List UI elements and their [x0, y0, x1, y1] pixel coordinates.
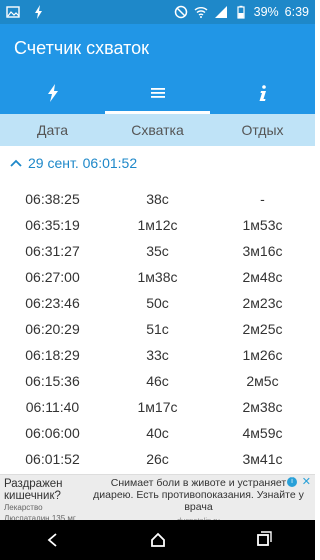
back-icon[interactable] — [44, 531, 62, 549]
cell-contraction: 51с — [146, 321, 169, 337]
cell-time: 06:01:52 — [25, 451, 80, 467]
do-not-disturb-icon — [174, 5, 188, 19]
app-title: Счетчик схваток — [14, 37, 150, 58]
ad-left-sub1: Лекарство — [4, 503, 43, 512]
cell-rest: 1м53с — [242, 217, 283, 233]
cell-rest: 2м23с — [242, 295, 283, 311]
ad-main-text: Снимает боли в животе и устраняет диарею… — [93, 477, 304, 513]
battery-percent: 39% — [253, 5, 279, 19]
cell-contraction: 26с — [146, 451, 169, 467]
chevron-up-icon — [10, 159, 22, 167]
cell-contraction: 50с — [146, 295, 169, 311]
cell-time: 06:20:29 — [25, 321, 80, 337]
column-date: Дата — [36, 122, 68, 138]
cell-rest: 1м26с — [242, 347, 283, 363]
table-row[interactable]: 06:31:27 35с 3м16с — [0, 238, 315, 264]
cell-rest: 2м38с — [242, 399, 283, 415]
cell-rest: 2м25с — [242, 321, 283, 337]
list-icon — [150, 88, 165, 98]
signal-icon — [214, 5, 228, 19]
tab-history[interactable] — [105, 72, 210, 114]
table-row[interactable]: 06:35:19 1м12с 1м53с — [0, 212, 315, 238]
cell-time: 06:06:00 — [25, 425, 80, 441]
table-row[interactable]: 06:11:40 1м17с 2м38с — [0, 394, 315, 420]
cell-contraction: 1м38с — [137, 269, 178, 285]
contraction-list: 06:38:25 38с - 06:35:19 1м12с 1м53с 06:31:27 35… — [0, 186, 315, 472]
cell-time: 06:11:40 — [25, 399, 80, 415]
ad-banner[interactable]: Раздражен кишечник? Лекарство Дюспаталин… — [0, 474, 315, 525]
cell-contraction: 35с — [146, 243, 169, 259]
home-icon[interactable] — [149, 531, 167, 549]
bolt-icon — [47, 84, 58, 102]
column-contraction: Схватка — [131, 122, 184, 138]
app-bar: Счетчик схваток — [0, 24, 315, 72]
ad-left: Раздражен кишечник? Лекарство Дюспаталин… — [0, 475, 82, 523]
cell-rest: 3м41с — [242, 451, 283, 467]
cell-contraction: 1м12с — [137, 217, 178, 233]
tab-bar — [0, 72, 315, 114]
session-group-header[interactable]: 29 сент. 06:01:52 — [0, 146, 315, 180]
cell-time: 06:38:25 — [25, 191, 80, 207]
nav-bar — [0, 520, 315, 560]
table-row[interactable]: 06:27:00 1м38с 2м48с — [0, 264, 315, 290]
cell-time: 06:15:36 — [25, 373, 80, 389]
cell-time: 06:35:19 — [25, 217, 80, 233]
ad-info-icon[interactable]: i — [287, 477, 297, 487]
tab-info[interactable] — [210, 72, 315, 114]
cell-contraction: 33с — [146, 347, 169, 363]
cell-rest: - — [260, 191, 265, 207]
table-row[interactable]: 06:15:36 46с 2м5с — [0, 368, 315, 394]
cell-rest: 2м48с — [242, 269, 283, 285]
wifi-icon — [194, 5, 208, 19]
ad-left-title: Раздражен кишечник? — [4, 478, 63, 502]
cell-rest: 2м5с — [246, 373, 279, 389]
cell-contraction: 46с — [146, 373, 169, 389]
table-row[interactable]: 06:20:29 51с 2м25с — [0, 316, 315, 342]
ad-main: Снимает боли в животе и устраняет диарею… — [82, 475, 315, 525]
table-row[interactable]: 06:18:29 33с 1м26с — [0, 342, 315, 368]
ad-close-icon[interactable]: ✕ — [302, 475, 311, 488]
recents-icon[interactable] — [254, 531, 272, 549]
cell-contraction: 1м17с — [137, 399, 178, 415]
info-icon — [259, 85, 266, 101]
table-row[interactable]: 06:01:52 26с 3м41с — [0, 446, 315, 472]
bolt-icon — [32, 5, 46, 19]
column-rest: Отдых — [241, 122, 284, 138]
cell-rest: 4м59с — [242, 425, 283, 441]
cell-time: 06:27:00 — [25, 269, 80, 285]
cell-rest: 3м16с — [242, 243, 283, 259]
tab-timer[interactable] — [0, 72, 105, 114]
column-header: Дата Схватка Отдых — [0, 114, 315, 146]
table-row[interactable]: 06:38:25 38с - — [0, 186, 315, 212]
cell-time: 06:23:46 — [25, 295, 80, 311]
status-bar: 39% 6:39 — [0, 0, 315, 24]
image-icon — [6, 5, 20, 19]
battery-icon — [234, 5, 248, 19]
session-label: 29 сент. 06:01:52 — [28, 155, 138, 171]
cell-time: 06:31:27 — [25, 243, 80, 259]
cell-time: 06:18:29 — [25, 347, 80, 363]
table-row[interactable]: 06:06:00 40с 4м59с — [0, 420, 315, 446]
clock: 6:39 — [284, 5, 309, 19]
cell-contraction: 38с — [146, 191, 169, 207]
cell-contraction: 40с — [146, 425, 169, 441]
table-row[interactable]: 06:23:46 50с 2м23с — [0, 290, 315, 316]
